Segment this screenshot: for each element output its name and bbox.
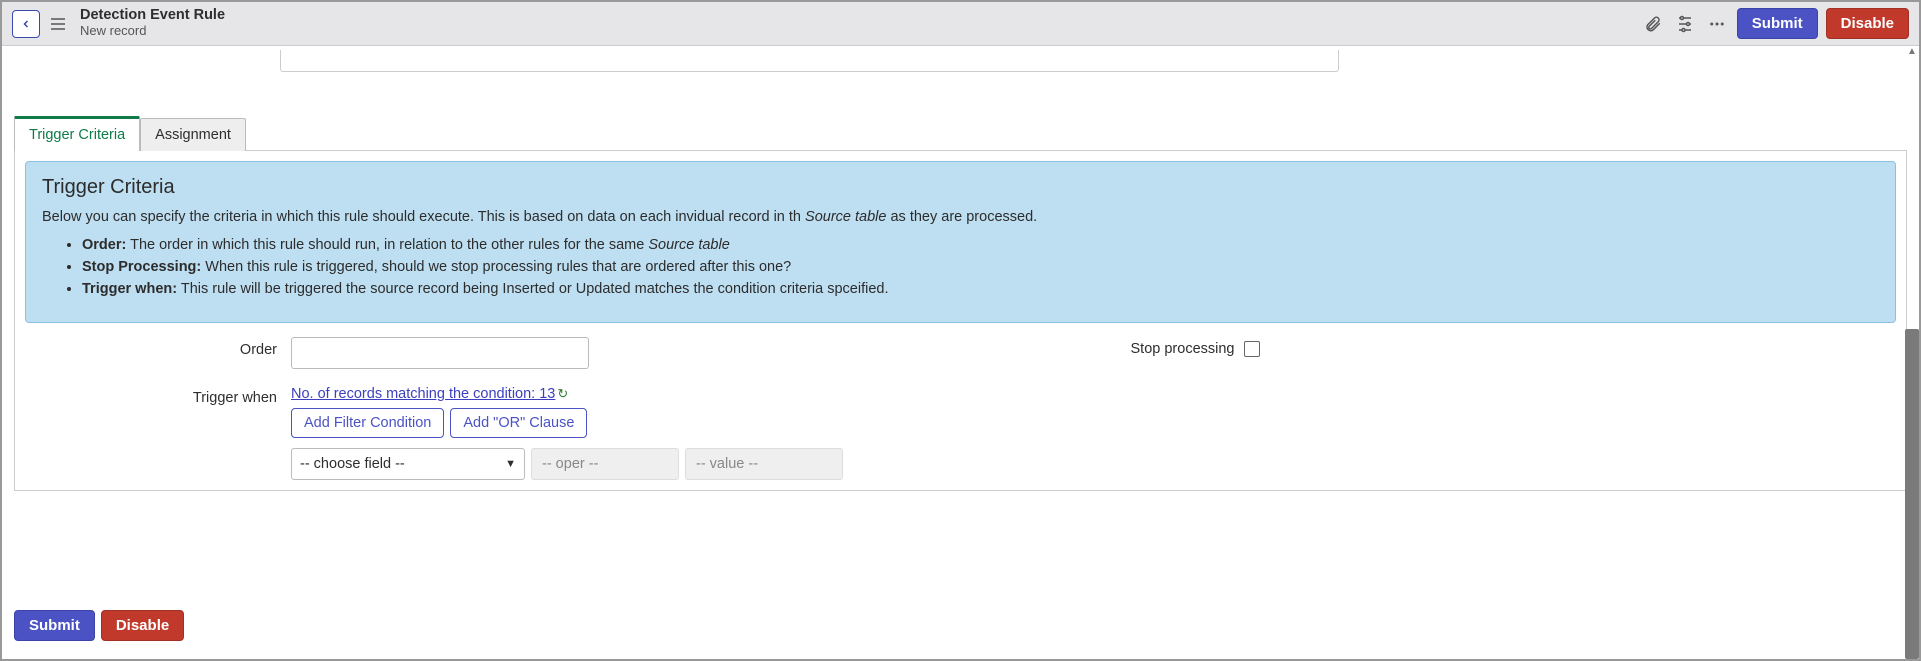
disable-button[interactable]: Disable bbox=[1826, 8, 1909, 39]
tab-list: Trigger Criteria Assignment bbox=[14, 116, 1907, 151]
info-bullet-stop: Stop Processing: When this rule is trigg… bbox=[82, 257, 1879, 279]
hamburger-icon bbox=[50, 17, 66, 31]
info-intro-pre: Below you can specify the criteria in wh… bbox=[42, 209, 805, 225]
stop-processing-label: Stop processing bbox=[1131, 341, 1235, 357]
stop-processing-row: Stop processing bbox=[961, 337, 1897, 357]
trigger-when-row: Trigger when No. of records matching the… bbox=[25, 385, 961, 480]
choose-field-select[interactable]: -- choose field -- ▼ bbox=[291, 448, 525, 480]
disable-button-footer[interactable]: Disable bbox=[101, 610, 184, 641]
info-box: Trigger Criteria Below you can specify t… bbox=[25, 161, 1896, 323]
info-bullet-stop-label: Stop Processing: bbox=[82, 259, 201, 275]
ellipsis-icon bbox=[1708, 15, 1726, 33]
chevron-down-icon: ▼ bbox=[505, 458, 516, 470]
menu-icon[interactable] bbox=[48, 17, 68, 31]
stop-processing-checkbox[interactable] bbox=[1244, 341, 1260, 357]
value-field[interactable]: -- value -- bbox=[685, 448, 843, 480]
add-filter-condition-button[interactable]: Add Filter Condition bbox=[291, 408, 444, 438]
sliders-icon bbox=[1676, 15, 1694, 33]
settings-icon[interactable] bbox=[1673, 12, 1697, 36]
info-bullet-list: Order: The order in which this rule shou… bbox=[42, 235, 1879, 300]
page-header: Detection Event Rule New record Submit D… bbox=[2, 2, 1919, 46]
page-title: Detection Event Rule bbox=[80, 8, 225, 24]
info-intro: Below you can specify the criteria in wh… bbox=[42, 209, 1879, 225]
order-input[interactable] bbox=[291, 337, 589, 369]
order-row: Order bbox=[25, 337, 961, 369]
info-heading: Trigger Criteria bbox=[42, 176, 1879, 199]
submit-button[interactable]: Submit bbox=[1737, 8, 1818, 39]
info-bullet-stop-text: When this rule is triggered, should we s… bbox=[201, 259, 791, 275]
matching-records-link[interactable]: No. of records matching the condition: 1… bbox=[291, 386, 555, 402]
order-label: Order bbox=[25, 337, 291, 358]
info-bullet-order-label: Order: bbox=[82, 237, 126, 253]
paperclip-icon bbox=[1644, 15, 1662, 33]
trigger-when-label: Trigger when bbox=[25, 385, 291, 406]
footer-buttons: Submit Disable bbox=[14, 610, 184, 641]
tab-panel-trigger: Trigger Criteria Below you can specify t… bbox=[14, 150, 1907, 491]
condition-row: -- choose field -- ▼ -- oper -- -- value… bbox=[291, 448, 961, 480]
chevron-left-icon bbox=[20, 18, 32, 30]
choose-field-text: -- choose field -- bbox=[300, 456, 405, 472]
info-bullet-order-text: The order in which this rule should run,… bbox=[126, 237, 648, 253]
scrollbar[interactable] bbox=[1905, 329, 1919, 659]
operator-field[interactable]: -- oper -- bbox=[531, 448, 679, 480]
info-bullet-order-em: Source table bbox=[648, 237, 729, 253]
info-intro-post: as they are processed. bbox=[886, 209, 1037, 225]
more-actions-icon[interactable] bbox=[1705, 12, 1729, 36]
back-button[interactable] bbox=[12, 10, 40, 38]
info-bullet-order: Order: The order in which this rule shou… bbox=[82, 235, 1879, 257]
refresh-icon[interactable]: ↻ bbox=[557, 386, 568, 401]
content-area: ▲ Trigger Criteria Assignment Trigger Cr… bbox=[2, 46, 1919, 659]
tab-trigger-criteria[interactable]: Trigger Criteria bbox=[14, 116, 140, 151]
page-subtitle: New record bbox=[80, 24, 225, 38]
previous-field-fragment bbox=[280, 50, 1339, 72]
scroll-up-indicator[interactable]: ▲ bbox=[1907, 46, 1917, 58]
add-or-clause-button[interactable]: Add "OR" Clause bbox=[450, 408, 587, 438]
tab-assignment[interactable]: Assignment bbox=[140, 118, 246, 151]
title-block: Detection Event Rule New record bbox=[80, 8, 225, 38]
submit-button-footer[interactable]: Submit bbox=[14, 610, 95, 641]
info-bullet-trigger-label: Trigger when: bbox=[82, 281, 177, 297]
info-bullet-trigger: Trigger when: This rule will be triggere… bbox=[82, 279, 1879, 301]
attachment-icon[interactable] bbox=[1641, 12, 1665, 36]
info-intro-em: Source table bbox=[805, 209, 886, 225]
info-bullet-trigger-text: This rule will be triggered the source r… bbox=[177, 281, 888, 297]
